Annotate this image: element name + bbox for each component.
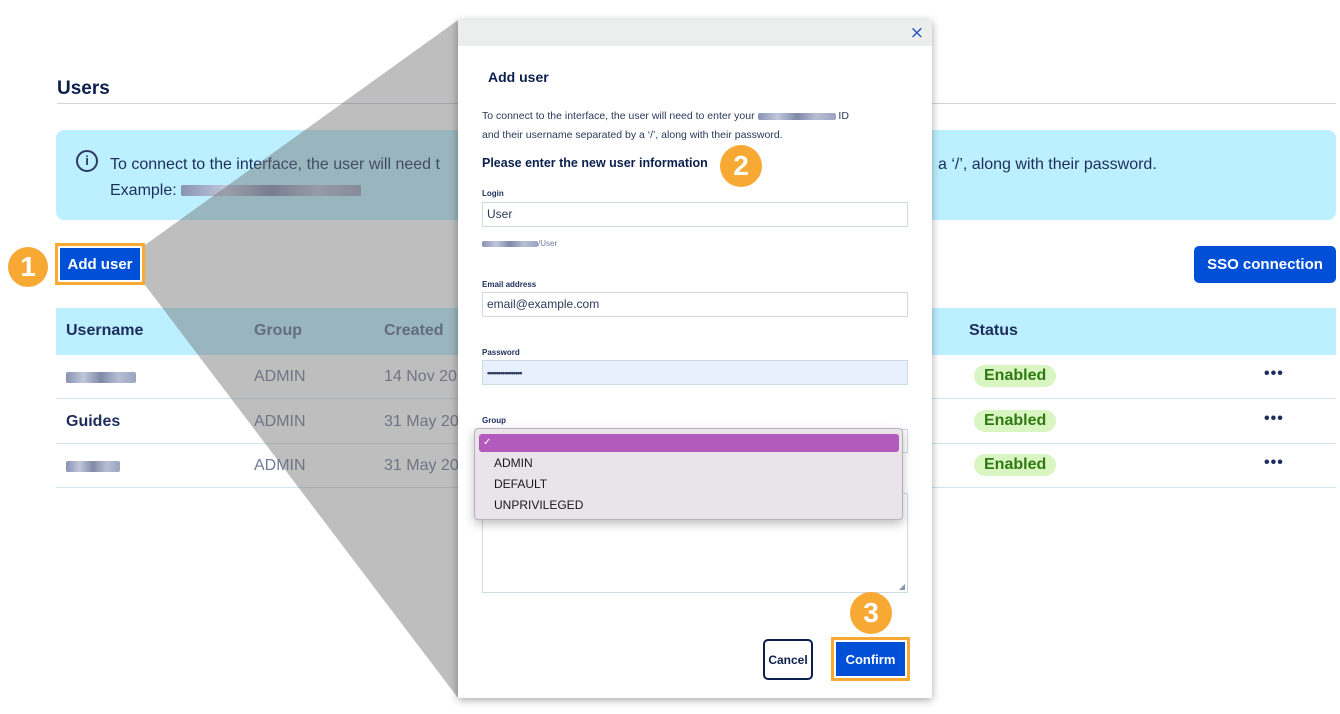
column-header-username[interactable]: Username (66, 322, 143, 340)
login-input[interactable]: User (482, 202, 908, 227)
group-option-selected[interactable]: ✓ (479, 434, 899, 452)
confirm-highlight: Confirm (831, 637, 910, 681)
group-option-unprivileged[interactable]: UNPRIVILEGED (494, 498, 583, 512)
group-label: Group (482, 416, 506, 425)
info-text-end: a ‘/’, along with their password. (938, 156, 1157, 173)
redacted-example (181, 185, 362, 197)
login-hint: /User (482, 239, 557, 248)
modal-description: To connect to the interface, the user wi… (482, 107, 912, 145)
group-dropdown-list: ✓ ADMIN DEFAULT UNPRIVILEGED (474, 428, 903, 520)
row-group: ADMIN (254, 457, 306, 474)
modal-desc-line1: To connect to the interface, the user wi… (482, 110, 755, 122)
cancel-button[interactable]: Cancel (763, 639, 813, 680)
modal-subtitle: Please enter the new user information (482, 156, 708, 170)
row-created: 31 May 20 (384, 457, 459, 474)
password-label: Password (482, 348, 520, 357)
status-badge: Enabled (974, 365, 1057, 387)
step-badge-3: 3 (850, 592, 892, 634)
info-text-start: To connect to the interface, the user wi… (110, 156, 440, 173)
resize-handle-icon[interactable]: ◢ (899, 582, 905, 591)
password-input[interactable]: •••••••••••••••• (482, 360, 908, 385)
row-username: Guides (66, 413, 121, 430)
column-header-status[interactable]: Status (969, 322, 1018, 340)
group-option-admin[interactable]: ADMIN (494, 456, 533, 470)
redacted-account-prefix (482, 240, 538, 247)
sso-connection-button[interactable]: SSO connection (1194, 246, 1336, 283)
status-badge: Enabled (974, 410, 1057, 432)
modal-topbar (458, 20, 932, 46)
email-input[interactable]: email@example.com (482, 292, 908, 317)
info-circle-icon: i (76, 150, 98, 172)
column-header-created[interactable]: Created (384, 322, 444, 340)
row-actions-menu[interactable]: ••• (1264, 454, 1284, 472)
row-created: 14 Nov 20 (384, 368, 457, 385)
redacted-username (66, 461, 120, 472)
row-actions-menu[interactable]: ••• (1264, 410, 1284, 428)
column-header-group[interactable]: Group (254, 322, 302, 340)
info-text: To connect to the interface, the user wi… (110, 152, 440, 204)
row-group: ADMIN (254, 413, 306, 430)
modal-title: Add user (488, 69, 549, 85)
modal-desc-line2: and their username separated by a ‘/’, a… (482, 129, 783, 141)
email-label: Email address (482, 280, 537, 289)
login-hint-suffix: /User (538, 239, 558, 248)
page-title: Users (57, 78, 110, 99)
redacted-account-id (757, 112, 836, 120)
step-badge-2: 2 (720, 145, 762, 187)
login-label: Login (482, 189, 504, 198)
close-icon[interactable]: × (910, 23, 924, 43)
modal-desc-id: ID (838, 110, 849, 122)
redacted-username (66, 372, 136, 383)
step-badge-1: 1 (8, 247, 48, 287)
confirm-button[interactable]: Confirm (834, 640, 907, 678)
row-actions-menu[interactable]: ••• (1264, 365, 1284, 383)
status-badge: Enabled (974, 454, 1057, 476)
row-group: ADMIN (254, 368, 306, 385)
group-option-default[interactable]: DEFAULT (494, 477, 547, 491)
add-user-button[interactable]: Add user (58, 246, 142, 282)
add-user-highlight: Add user (55, 243, 145, 285)
row-created: 31 May 20 (384, 413, 459, 430)
info-example-label: Example: (110, 182, 177, 199)
